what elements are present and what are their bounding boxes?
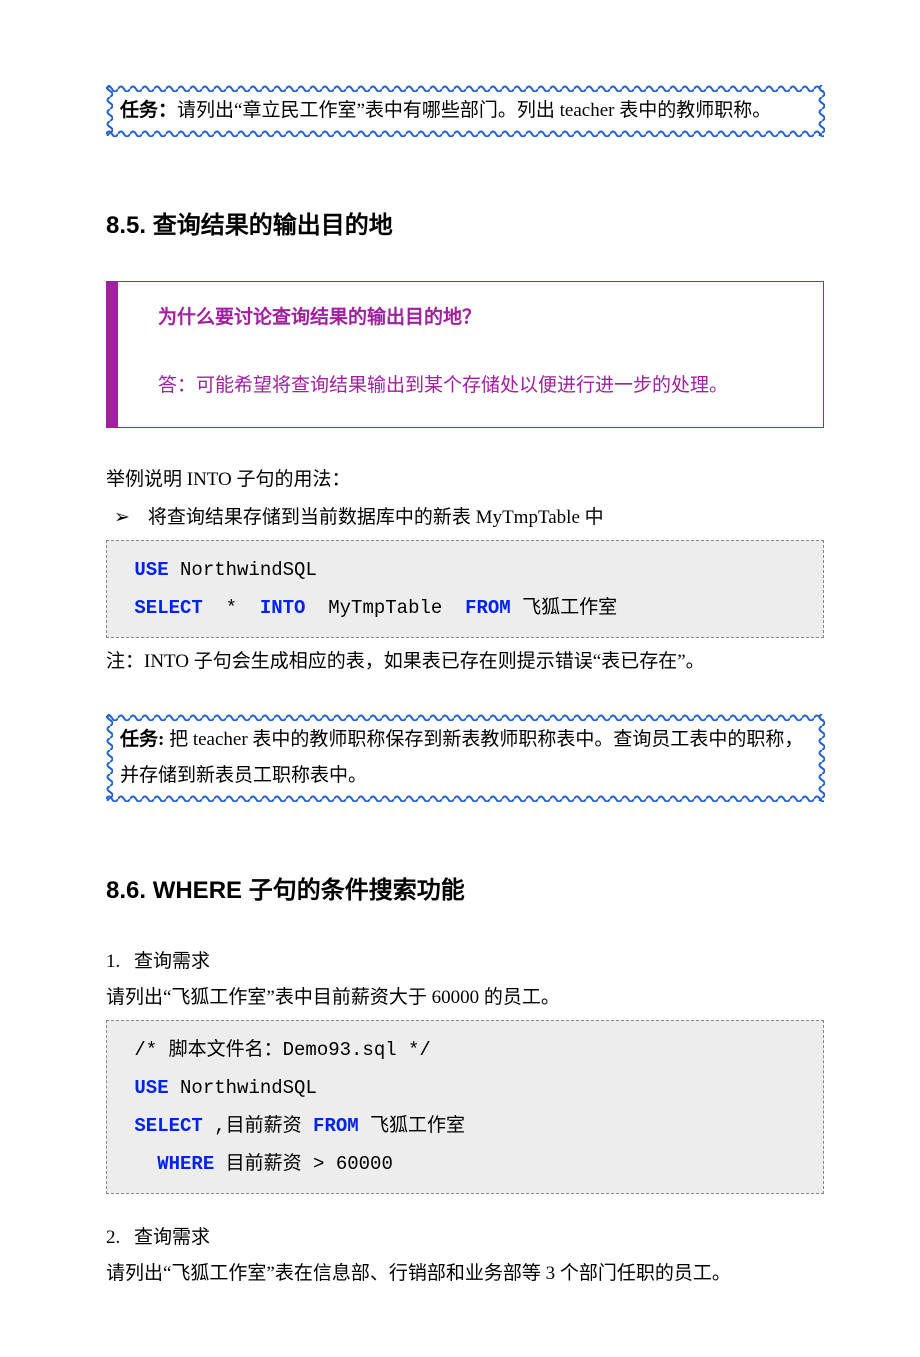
query-requirement-1: 请列出“飞狐工作室”表中目前薪资大于 60000 的员工。 (106, 982, 824, 1014)
task-box-2: 任务: 把 teacher 表中的教师职称保存到新表教师职称表中。查询员工表中的… (106, 714, 824, 800)
task-label: 任务： (120, 100, 177, 121)
code-block-2: /* 脚本文件名：Demo93.sql */ USE NorthwindSQL … (106, 1020, 824, 1194)
code-text: * (203, 597, 260, 619)
item-number: 1. (106, 946, 134, 978)
code-text: ,目前薪资 (203, 1115, 313, 1137)
sql-keyword: WHERE (134, 1153, 214, 1175)
code-text: NorthwindSQL (169, 559, 317, 581)
task-content: 任务: 把 teacher 表中的教师职称保存到新表教师职称表中。查询员工表中的… (106, 714, 824, 800)
wavy-border-bottom (106, 794, 824, 802)
qa-answer: 答：可能希望将查询结果输出到某个存储处以便进行进一步的处理。 (158, 370, 803, 402)
code-text: 飞狐工作室 (359, 1115, 465, 1137)
section-heading-8-5: 8.5. 查询结果的输出目的地 (106, 206, 824, 247)
sql-keyword: USE (134, 1077, 168, 1099)
sql-keyword: FROM (465, 597, 511, 619)
task-text: 把 teacher 表中的教师职称保存到新表教师职称表中。查询员工表中的职称，并… (120, 729, 803, 785)
bullet-text: 将查询结果存储到当前数据库中的新表 MyTmpTable 中 (148, 502, 604, 534)
into-note: 注：INTO 子句会生成相应的表，如果表已存在则提示错误“表已存在”。 (106, 646, 824, 678)
sql-keyword: USE (134, 559, 168, 581)
code-comment: /* 脚本文件名：Demo93.sql */ (134, 1039, 430, 1061)
spacer (106, 684, 824, 714)
code-text: NorthwindSQL (169, 1077, 317, 1099)
item-label: 查询需求 (134, 946, 210, 978)
code-block-1: USE NorthwindSQL SELECT * INTO MyTmpTabl… (106, 540, 824, 638)
sql-keyword: SELECT (134, 597, 202, 619)
sql-keyword: INTO (260, 597, 306, 619)
task-label: 任务: (120, 729, 164, 750)
numbered-item-2: 2. 查询需求 (106, 1222, 824, 1254)
wavy-border-top (106, 84, 824, 92)
sql-keyword: FROM (313, 1115, 359, 1137)
wavy-border-bottom (106, 129, 824, 137)
task-box-1: 任务：请列出“章立民工作室”表中有哪些部门。列出 teacher 表中的教师职称… (106, 85, 824, 136)
task-text: 请列出“章立民工作室”表中有哪些部门。列出 teacher 表中的教师职称。 (177, 100, 771, 121)
item-label: 查询需求 (134, 1222, 210, 1254)
section-heading-8-6: 8.6. WHERE 子句的条件搜索功能 (106, 871, 824, 912)
item-number: 2. (106, 1222, 134, 1254)
code-text: MyTmpTable (305, 597, 465, 619)
document-page: 任务：请列出“章立民工作室”表中有哪些部门。列出 teacher 表中的教师职称… (0, 0, 920, 1357)
bullet-item: ➢ 将查询结果存储到当前数据库中的新表 MyTmpTable 中 (106, 502, 824, 534)
wavy-border-right (817, 714, 825, 800)
sql-keyword: SELECT (134, 1115, 202, 1137)
wavy-border-left (105, 714, 113, 800)
code-text: 目前薪资 > 60000 (214, 1153, 393, 1175)
numbered-item-1: 1. 查询需求 (106, 946, 824, 978)
spacer (106, 1202, 824, 1220)
qa-question: 为什么要讨论查询结果的输出目的地？ (158, 302, 803, 334)
code-text: 飞狐工作室 (511, 597, 617, 619)
query-requirement-2: 请列出“飞狐工作室”表在信息部、行销部和业务部等 3 个部门任职的员工。 (106, 1258, 824, 1290)
qa-box: 为什么要讨论查询结果的输出目的地？ 答：可能希望将查询结果输出到某个存储处以便进… (106, 281, 824, 428)
triangle-bullet-icon: ➢ (114, 502, 130, 534)
into-intro: 举例说明 INTO 子句的用法： (106, 464, 824, 496)
wavy-border-top (106, 713, 824, 721)
